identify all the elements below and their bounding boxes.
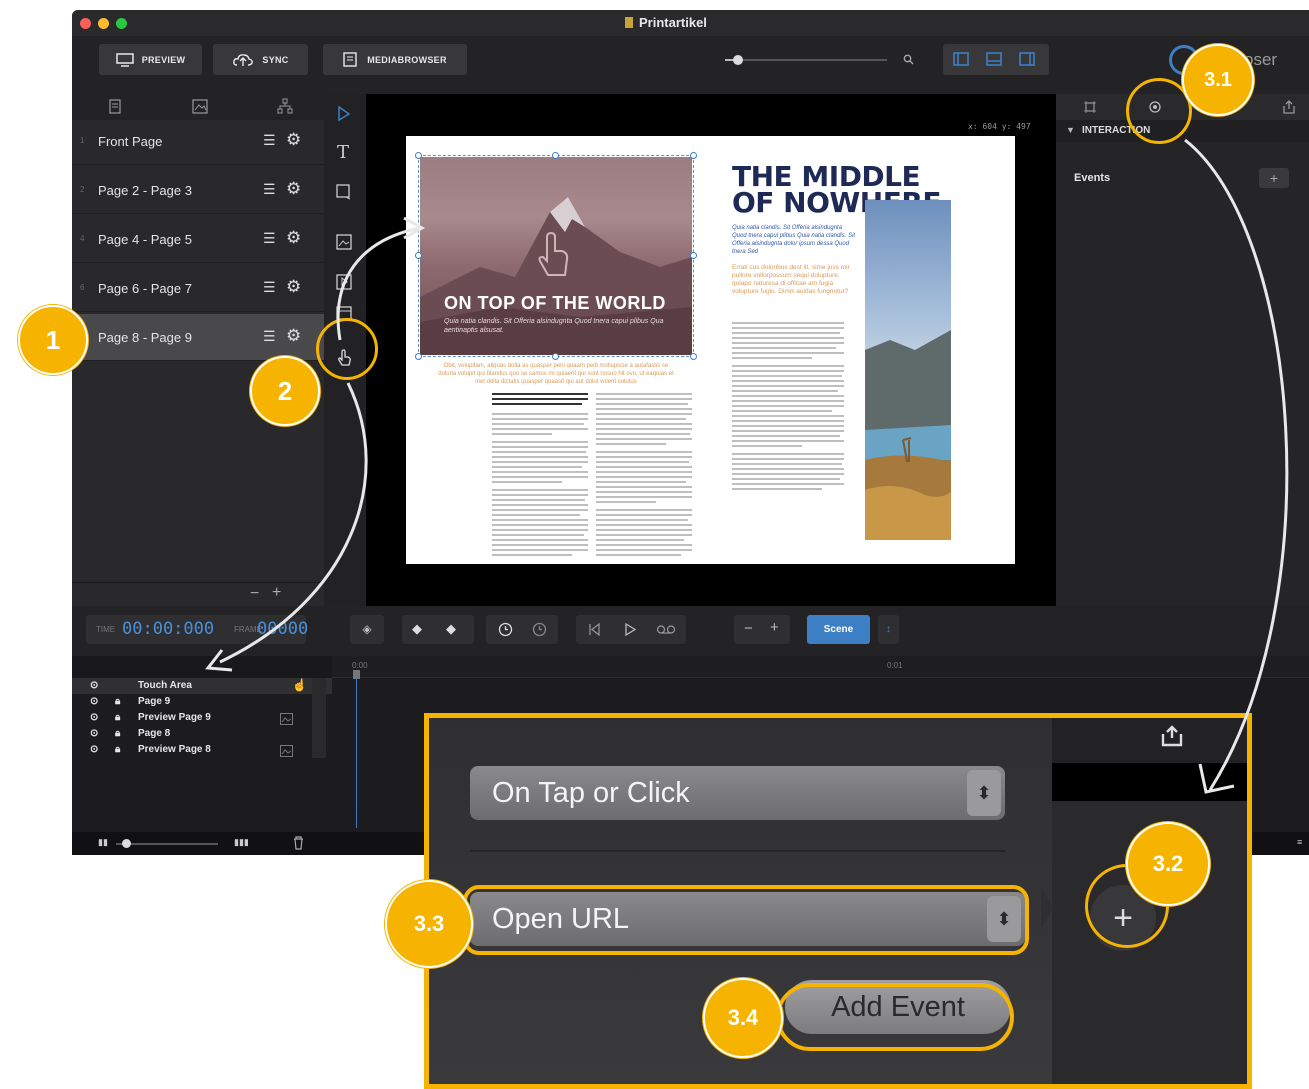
- step-badge-3-4: 3.4: [703, 978, 783, 1058]
- step-badge-1: 1: [18, 305, 88, 375]
- annotation-arrows: [205, 138, 1289, 794]
- step-badge-3-3: 3.3: [385, 880, 473, 968]
- step-badge-2: 2: [250, 356, 320, 426]
- step-badge-3-1: 3.1: [1182, 44, 1254, 116]
- step-badge-3-2: 3.2: [1126, 822, 1210, 906]
- tutorial-figure: Printartikel PREVIEW SYNC MEDIABROWSER o…: [0, 0, 1309, 1089]
